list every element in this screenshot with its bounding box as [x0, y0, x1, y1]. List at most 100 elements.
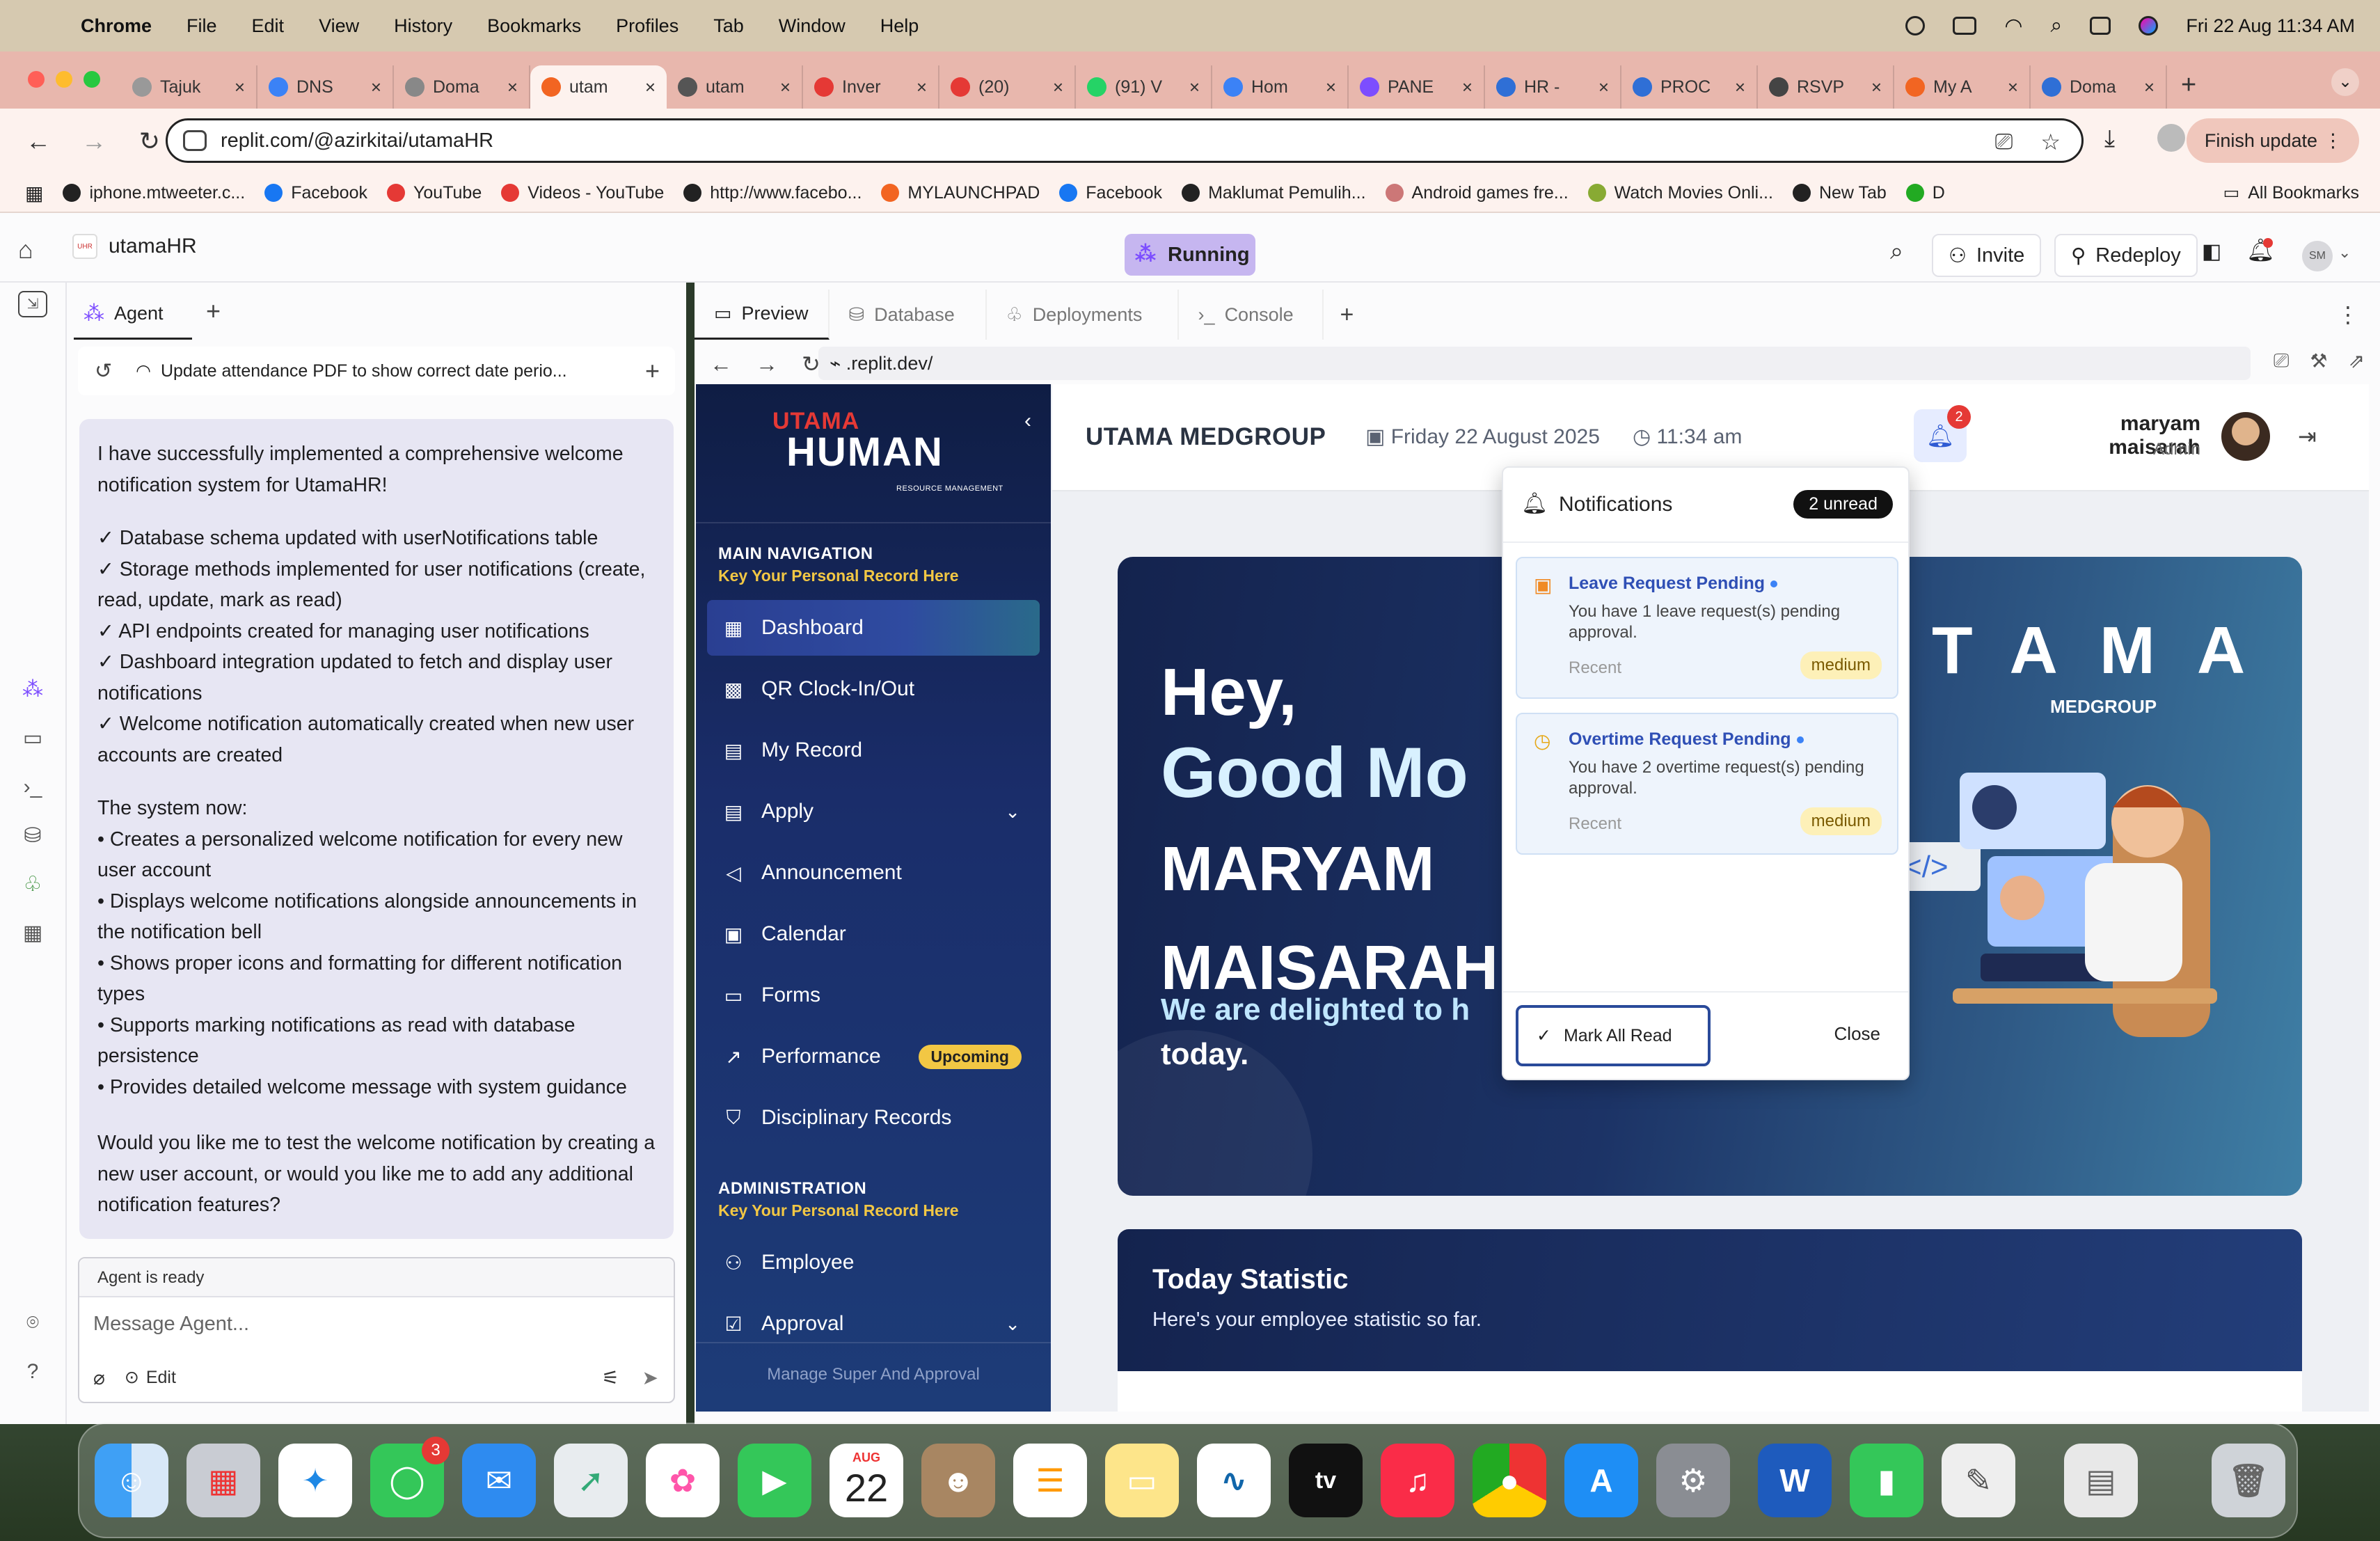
nav-apply[interactable]: ▤ Apply ⌄ [707, 784, 1040, 839]
browser-tab[interactable]: RSVP × [1758, 65, 1894, 109]
bookmark-item[interactable]: Watch Movies Onli... [1587, 183, 1773, 203]
bookmark-item[interactable]: New Tab [1792, 183, 1887, 203]
open-new-tab-icon[interactable]: ⇗ [2349, 349, 2365, 372]
trash-icon[interactable]: 🗑︎ [2212, 1444, 2285, 1517]
add-tab-button[interactable]: + [1340, 301, 1354, 329]
download-icon[interactable]: ⤓ [2104, 125, 2115, 152]
preview-icon[interactable]: ▭ [15, 721, 50, 756]
facetime-icon[interactable]: ▶ [738, 1444, 811, 1517]
forward-arrow-icon[interactable]: → [756, 351, 786, 377]
close-tab-icon[interactable]: × [235, 77, 245, 98]
browser-tab[interactable]: PROC × [1621, 65, 1758, 109]
new-tab-button[interactable]: + [2181, 70, 2196, 100]
nav-employee[interactable]: ⚇ Employee [707, 1235, 1040, 1290]
close-tab-icon[interactable]: × [2144, 77, 2155, 98]
back-arrow-icon[interactable]: ← [21, 127, 56, 156]
run-status-button[interactable]: ⁂ Running [1125, 234, 1255, 276]
chevron-down-icon[interactable]: ⌄ [2338, 244, 2351, 262]
split-view-icon[interactable]: ◧ [2202, 239, 2221, 264]
reminders-icon[interactable]: ☰ [1013, 1444, 1087, 1517]
nav-announcement[interactable]: ◁ Announcement [707, 845, 1040, 901]
nav-dashboard[interactable]: ▦ Dashboard [707, 600, 1040, 656]
new-chat-button[interactable]: + [645, 356, 660, 386]
nav-forms[interactable]: ▭ Forms [707, 967, 1040, 1023]
close-tab-icon[interactable]: × [1053, 77, 1063, 98]
message-input[interactable]: Message Agent... [79, 1297, 674, 1346]
nav-disciplinary[interactable]: ⛉ Disciplinary Records [707, 1090, 1040, 1146]
menu-window[interactable]: Window [779, 15, 846, 37]
tab-preview[interactable]: ▭ Preview [695, 290, 830, 340]
safari-icon[interactable]: ✦ [278, 1444, 352, 1517]
close-tab-icon[interactable]: × [1735, 77, 1745, 98]
bookmark-item[interactable]: D [1905, 183, 1945, 203]
forward-arrow-icon[interactable]: → [77, 127, 111, 156]
logout-icon[interactable]: ⇥ [2298, 423, 2317, 450]
word-icon[interactable]: W [1758, 1444, 1832, 1517]
app-store-icon[interactable]: A [1564, 1444, 1638, 1517]
menu-tab[interactable]: Tab [713, 15, 744, 37]
preview-url-input[interactable]: ⌁ .replit.dev/ [818, 347, 2251, 380]
wifi-icon[interactable]: ◠ [2004, 14, 2022, 38]
whats-new-icon[interactable]: ⌾ [15, 1306, 50, 1341]
finder-icon[interactable]: ☺ [95, 1444, 168, 1517]
all-tools-icon[interactable]: ▦ [15, 916, 50, 951]
mail-icon[interactable]: ✉ [462, 1444, 536, 1517]
battery-icon[interactable] [1953, 17, 1977, 35]
bookmark-item[interactable]: Facebook [1059, 183, 1162, 203]
menu-edit[interactable]: Edit [252, 15, 285, 37]
browser-tab[interactable]: Inver × [803, 65, 939, 109]
play-icon[interactable] [1905, 16, 1926, 35]
all-bookmarks[interactable]: ▭ All Bookmarks [2223, 182, 2359, 203]
textedit-icon[interactable]: ✎ [1942, 1444, 2015, 1517]
add-tab-button[interactable]: + [206, 297, 221, 326]
system-settings-icon[interactable]: ⚙ [1656, 1444, 1730, 1517]
finish-update-button[interactable]: Finish update ⋮ [2186, 118, 2359, 163]
browser-tab[interactable]: HR - × [1485, 65, 1621, 109]
close-tab-icon[interactable]: × [917, 77, 927, 98]
tab-database[interactable]: ⛁ Database [830, 290, 987, 340]
home-icon[interactable]: ⌂ [18, 235, 33, 264]
notes-icon[interactable]: ▭ [1105, 1444, 1179, 1517]
menu-help[interactable]: Help [880, 15, 919, 37]
browser-tab[interactable]: Hom × [1212, 65, 1349, 109]
maps-icon[interactable]: ➚ [554, 1444, 628, 1517]
bookmark-item[interactable]: Maklumat Pemulih... [1182, 183, 1366, 203]
close-button[interactable]: Close [1834, 1023, 1880, 1045]
menubar-datetime[interactable]: Fri 22 Aug 11:34 AM [2186, 15, 2355, 37]
notification-item[interactable]: ▣ Leave Request Pending You have 1 leave… [1516, 557, 1898, 699]
menu-app-name[interactable]: Chrome [81, 15, 152, 37]
browser-tab[interactable]: Doma × [394, 65, 530, 109]
search-icon[interactable]: ⌕ [1890, 238, 1903, 265]
browser-tab[interactable]: (91) V × [1076, 65, 1212, 109]
nav-qr-clock[interactable]: ▩ QR Clock-In/Out [707, 661, 1040, 717]
send-icon[interactable]: ➤ [642, 1366, 658, 1389]
close-tab-icon[interactable]: × [780, 77, 791, 98]
freeform-icon[interactable]: ∿ [1197, 1444, 1271, 1517]
minimize-window-icon[interactable] [56, 71, 72, 88]
bookmark-item[interactable]: Facebook [264, 183, 367, 203]
browser-tab[interactable]: utam × [530, 65, 667, 109]
close-tab-icon[interactable]: × [371, 77, 381, 98]
edit-mode-icon[interactable]: ⊙ [125, 1367, 139, 1388]
chat-history-bar[interactable]: ↺ ◠ Update attendance PDF to show correc… [78, 347, 675, 395]
close-tab-icon[interactable]: × [2008, 77, 2018, 98]
files-icon[interactable]: ⇲ [18, 291, 47, 317]
address-bar[interactable]: replit.com/@azirkitai/utamaHR ⎚ ☆ [166, 118, 2084, 163]
browser-tab[interactable]: Tajuk × [121, 65, 257, 109]
invite-button[interactable]: ⚇ Invite [1932, 234, 2042, 277]
collapse-chevron-icon[interactable]: ‹ [1024, 409, 1031, 433]
browser-tab[interactable]: Doma × [2031, 65, 2167, 109]
search-icon[interactable]: ⌕ [2051, 14, 2063, 38]
menu-bookmarks[interactable]: Bookmarks [487, 15, 581, 37]
database-icon[interactable]: ⛁ [15, 819, 50, 853]
bookmark-item[interactable]: Videos - YouTube [501, 183, 664, 203]
deployments-icon[interactable]: ♧ [15, 867, 50, 902]
close-window-icon[interactable] [28, 71, 45, 88]
history-icon[interactable]: ↺ [95, 359, 112, 384]
menu-view[interactable]: View [319, 15, 359, 37]
site-info-icon[interactable] [183, 130, 207, 151]
menu-profiles[interactable]: Profiles [616, 15, 679, 37]
bookmark-item[interactable]: iphone.mtweeter.c... [63, 183, 245, 203]
devices-icon[interactable]: ⎚ [2274, 349, 2289, 372]
close-tab-icon[interactable]: × [1598, 77, 1609, 98]
